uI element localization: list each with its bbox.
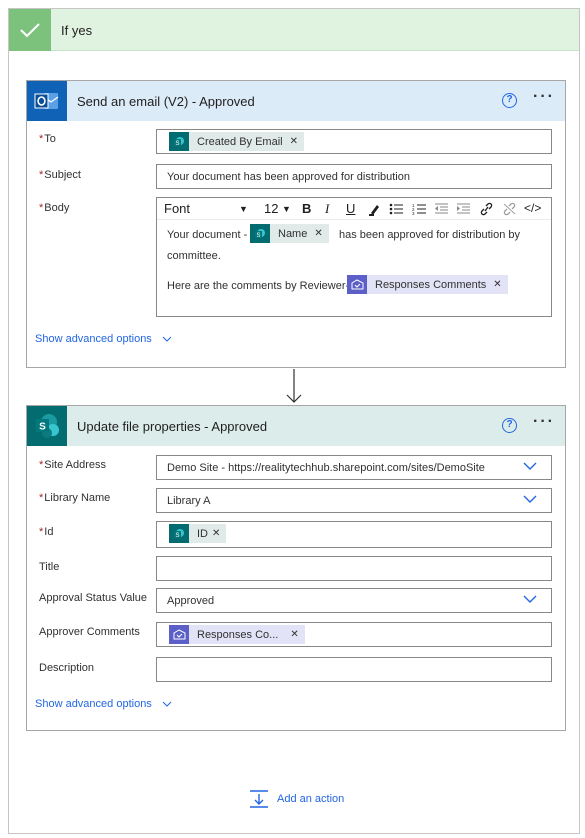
chevron-down-icon [523,461,537,474]
description-field[interactable] [156,657,552,682]
outlook-icon [27,81,67,121]
add-an-action-button[interactable]: Add an action [249,790,344,808]
library-name-label: *Library Name [39,492,111,504]
if-yes-header[interactable]: If yes [9,9,579,51]
library-name-value: Library A [167,495,211,507]
rich-text-toolbar: Font ▼ 12 ▼ B I U 123 </> [157,198,551,220]
remove-token-icon[interactable]: ✕ [212,528,220,539]
decrease-indent-icon[interactable] [434,202,449,219]
numbered-list-icon[interactable]: 123 [412,202,427,219]
body-line1-post: has been approved for distribution by [339,229,521,241]
token-label: Responses Comments [375,278,487,291]
id-label: *Id [39,526,54,538]
body-editor[interactable]: Font ▼ 12 ▼ B I U 123 </> Your document … [156,197,552,317]
update-file-properties-card: S Update file properties - Approved ? ··… [26,405,566,731]
bold-button[interactable]: B [302,201,311,216]
token-label: ID [197,527,208,540]
svg-text:3: 3 [412,211,415,216]
responses-comments-token[interactable]: Responses Co... ✕ [169,625,305,644]
update-file-card-header[interactable]: S Update file properties - Approved ? ··… [27,406,565,446]
chevron-down-icon [162,698,172,710]
remove-token-icon[interactable]: ✕ [290,136,298,147]
body-line3-pre: Here are the comments by Reviewer- [167,280,350,292]
font-dropdown-caret-icon[interactable]: ▼ [239,204,248,214]
body-line1-pre: Your document - [167,229,248,241]
token-label: Responses Co... [197,628,279,641]
send-email-card: Send an email (V2) - Approved ? ··· *To … [26,80,566,368]
help-icon[interactable]: ? [502,418,517,433]
chevron-down-icon [162,333,172,345]
show-advanced-options-link[interactable]: Show advanced options [35,698,172,710]
svg-text:S: S [175,533,179,539]
remove-token-icon[interactable]: ✕ [493,279,501,290]
help-icon[interactable]: ? [502,93,517,108]
site-address-dropdown[interactable]: Demo Site - https://realitytechhub.share… [156,455,552,480]
update-file-title: Update file properties - Approved [77,419,268,434]
body-label: *Body [39,202,70,214]
token-label: Created By Email [197,135,283,148]
underline-button[interactable]: U [346,201,355,216]
italic-button[interactable]: I [325,201,329,217]
show-advanced-options-link[interactable]: Show advanced options [35,333,172,345]
chevron-down-icon [523,594,537,607]
sharepoint-icon: S [169,132,189,151]
chevron-down-icon [523,494,537,507]
send-email-card-header[interactable]: Send an email (V2) - Approved ? ··· [27,81,565,121]
svg-text:S: S [175,141,179,147]
remove-token-icon[interactable]: ✕ [314,228,322,239]
flow-arrow-icon [285,369,303,408]
send-email-title: Send an email (V2) - Approved [77,94,255,109]
more-options-icon[interactable]: ··· [532,414,556,431]
increase-indent-icon[interactable] [456,202,471,219]
subject-label: *Subject [39,169,81,181]
id-field[interactable]: S ID ✕ [156,521,552,548]
name-token[interactable]: S Name ✕ [250,224,329,243]
sharepoint-icon: S [169,524,189,543]
svg-text:S: S [256,233,260,239]
more-options-icon[interactable]: ··· [532,89,556,106]
library-name-dropdown[interactable]: Library A [156,488,552,513]
responses-comments-token[interactable]: Responses Comments ✕ [347,275,508,294]
to-field[interactable]: S Created By Email ✕ [156,129,552,154]
add-action-icon [250,790,268,808]
approver-comments-label: Approver Comments [39,626,140,638]
if-yes-title: If yes [61,23,93,38]
unlink-icon[interactable] [502,202,517,219]
id-token[interactable]: S ID ✕ [169,524,227,543]
subject-value: Your document has been approved for dist… [167,171,410,183]
code-view-icon[interactable]: </> [524,201,541,215]
to-label: *To [39,133,56,145]
link-icon[interactable] [479,202,494,219]
remove-token-icon[interactable]: ✕ [290,629,298,640]
highlight-icon[interactable] [368,202,382,219]
site-address-label: *Site Address [39,459,107,471]
site-address-value: Demo Site - https://realitytechhub.share… [167,462,485,474]
description-label: Description [39,662,95,674]
title-label: Title [39,561,60,573]
bullet-list-icon[interactable] [389,202,404,219]
approver-comments-field[interactable]: Responses Co... ✕ [156,622,552,647]
approvals-icon [347,275,367,294]
condition-branch: If yes Send an email (V2) - Approved ? ·… [8,8,580,834]
sharepoint-icon: S [250,224,270,243]
approvals-icon [169,625,189,644]
body-line2: committee. [167,250,221,262]
subject-field[interactable]: Your document has been approved for dist… [156,164,552,189]
approval-status-label: Approval Status Value [39,592,148,604]
approval-status-dropdown[interactable]: Approved [156,588,552,613]
created-by-email-token[interactable]: S Created By Email ✕ [169,132,304,151]
font-size-dropdown[interactable]: 12 [264,201,278,216]
add-action-label: Add an action [277,793,345,805]
font-size-caret-icon[interactable]: ▼ [282,204,291,214]
approval-status-value: Approved [167,595,215,607]
check-icon [9,9,51,51]
svg-text:S: S [39,422,46,433]
title-field[interactable] [156,556,552,581]
font-dropdown[interactable]: Font [164,201,190,216]
token-label: Name [278,227,308,240]
sharepoint-icon: S [27,406,67,446]
